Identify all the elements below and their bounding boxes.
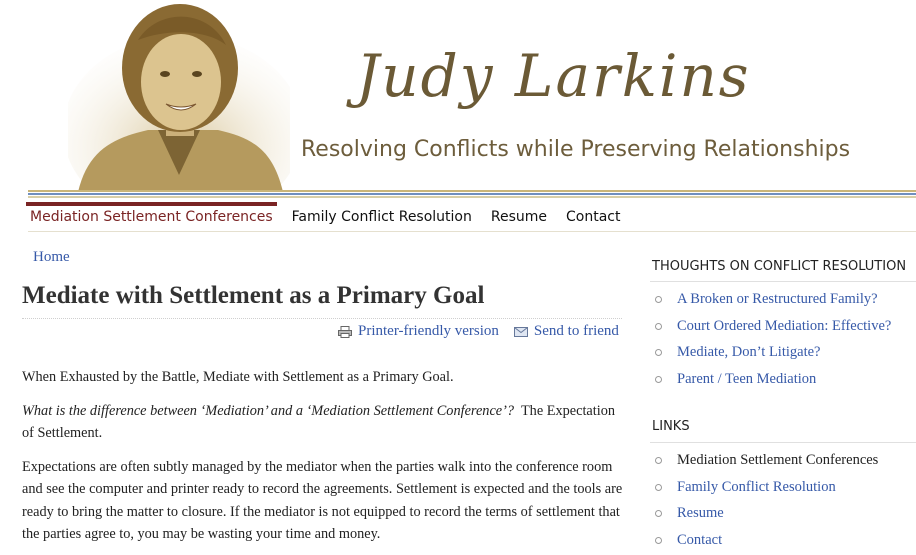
article-body: When Exhausted by the Battle, Mediate wi… xyxy=(22,366,626,555)
breadcrumb-home[interactable]: Home xyxy=(33,249,70,266)
nav-item-mediation-settlement-conferences[interactable]: Mediation Settlement Conferences xyxy=(26,202,277,232)
thoughts-item[interactable]: A Broken or Restructured Family? xyxy=(652,291,891,318)
bullet-icon xyxy=(655,322,662,330)
nav-divider xyxy=(28,231,916,232)
thoughts-item-label[interactable]: Mediate, Don’t Litigate? xyxy=(677,344,820,361)
bullet-icon xyxy=(655,510,662,518)
thoughts-item[interactable]: Parent / Teen Mediation xyxy=(652,371,891,398)
paragraph-question: What is the difference between ‘Mediatio… xyxy=(22,400,626,445)
title-divider xyxy=(22,318,622,319)
send-to-friend-link[interactable]: Send to friend xyxy=(513,323,619,340)
nav-item-resume[interactable]: Resume xyxy=(487,202,551,232)
site-title[interactable]: Judy Larkins xyxy=(356,42,751,110)
site-slogan: Resolving Conflicts while Preserving Rel… xyxy=(301,137,851,162)
bullet-icon xyxy=(655,376,662,384)
bullet-icon xyxy=(655,457,662,464)
printer-icon xyxy=(338,325,352,338)
thoughts-list: A Broken or Restructured Family? Court O… xyxy=(652,291,891,398)
printer-friendly-label[interactable]: Printer-friendly version xyxy=(358,323,499,340)
node-links: Printer-friendly version Send to friend xyxy=(338,323,619,340)
thoughts-item[interactable]: Mediate, Don’t Litigate? xyxy=(652,344,891,371)
sidebar-divider xyxy=(650,281,916,282)
nav-item-family-conflict-resolution[interactable]: Family Conflict Resolution xyxy=(288,202,476,232)
page-title: Mediate with Settlement as a Primary Goa… xyxy=(22,282,485,309)
paragraph-intro: When Exhausted by the Battle, Mediate wi… xyxy=(22,369,454,385)
envelope-icon xyxy=(513,326,528,337)
bullet-icon xyxy=(655,537,662,545)
paragraph-expectations: Expectations are often subtly managed by… xyxy=(22,458,623,543)
primary-nav: Mediation Settlement Conferences Family … xyxy=(26,202,635,232)
question-italic: What is the difference between ‘Mediatio… xyxy=(22,402,515,419)
thoughts-item[interactable]: Court Ordered Mediation: Effective? xyxy=(652,318,891,345)
links-item[interactable]: Contact xyxy=(652,532,878,555)
links-item-label[interactable]: Family Conflict Resolution xyxy=(677,479,836,496)
portrait-image xyxy=(68,4,290,192)
nav-item-contact[interactable]: Contact xyxy=(562,202,624,232)
sidebar-heading-thoughts: THOUGHTS ON CONFLICT RESOLUTION xyxy=(652,259,907,274)
bullet-icon xyxy=(655,483,662,491)
thoughts-item-label[interactable]: Parent / Teen Mediation xyxy=(677,371,816,388)
links-item-label[interactable]: Resume xyxy=(677,505,724,522)
bullet-icon xyxy=(655,349,662,357)
links-item-label[interactable]: Contact xyxy=(677,532,722,549)
sidebar-divider xyxy=(650,442,916,443)
header-divider xyxy=(28,190,916,202)
sidebar-heading-links: LINKS xyxy=(652,419,690,434)
links-item[interactable]: Mediation Settlement Conferences xyxy=(652,452,878,479)
thoughts-item-label[interactable]: Court Ordered Mediation: Effective? xyxy=(677,318,891,335)
send-to-friend-label[interactable]: Send to friend xyxy=(534,323,619,340)
links-item[interactable]: Resume xyxy=(652,505,878,532)
links-list: Mediation Settlement Conferences Family … xyxy=(652,452,878,555)
thoughts-item-label[interactable]: A Broken or Restructured Family? xyxy=(677,291,878,308)
printer-friendly-link[interactable]: Printer-friendly version xyxy=(338,323,499,340)
bullet-icon xyxy=(655,296,662,303)
links-item[interactable]: Family Conflict Resolution xyxy=(652,479,878,506)
site-header: Judy Larkins Resolving Conflicts while P… xyxy=(0,0,916,192)
links-item-label-active[interactable]: Mediation Settlement Conferences xyxy=(677,452,878,469)
